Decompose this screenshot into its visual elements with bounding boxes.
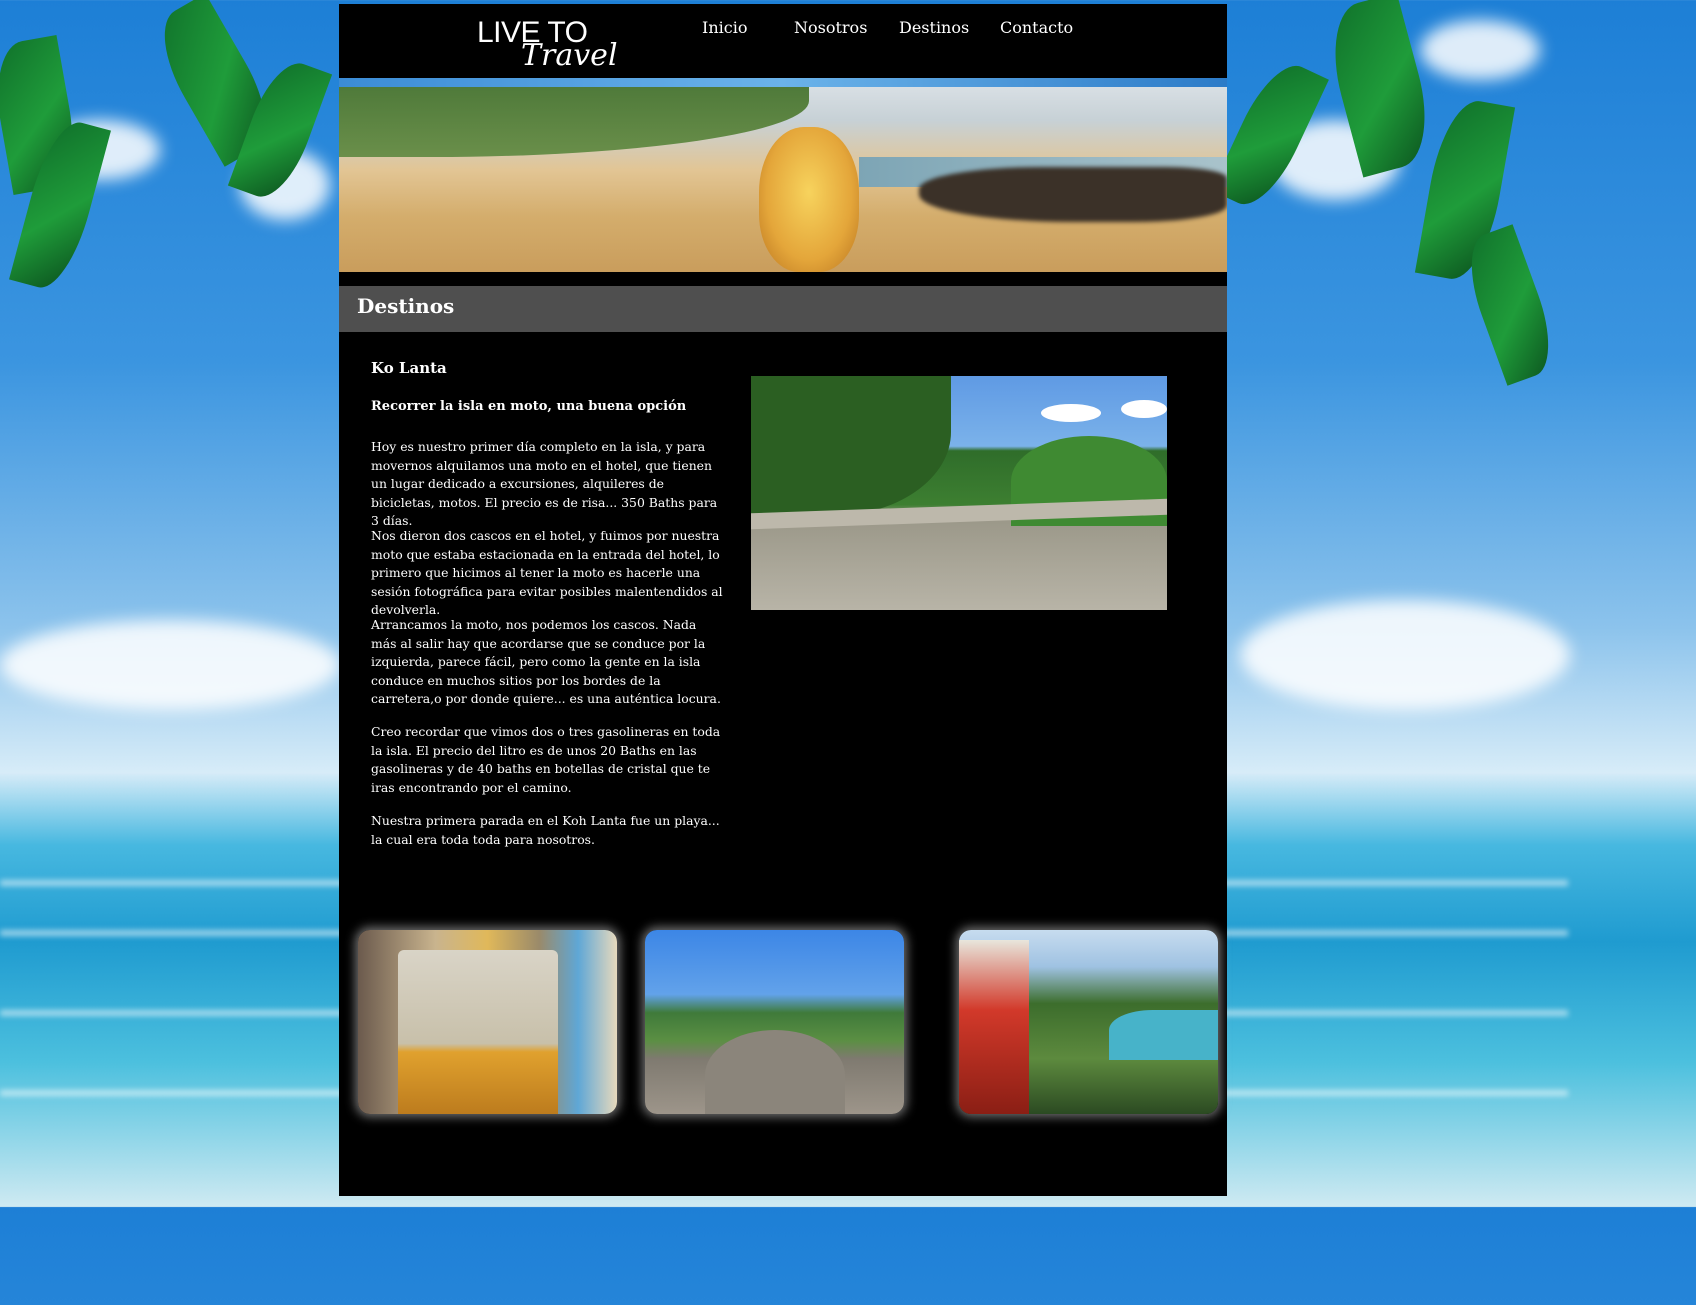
- page-title: Destinos: [357, 294, 455, 318]
- hero-image: [339, 87, 1227, 272]
- logo[interactable]: LIVE TO Travel: [477, 14, 627, 73]
- page-title-bar: Destinos: [339, 286, 1227, 332]
- nav-item-nosotros[interactable]: Nosotros: [794, 18, 867, 37]
- gallery-photo-bay[interactable]: [959, 930, 1218, 1114]
- site-container: LIVE TO Travel Inicio Nosotros Destinos …: [339, 4, 1227, 1196]
- logo-line-2: Travel: [521, 38, 618, 73]
- article-paragraph: Nuestra primera parada en el Koh Lanta f…: [371, 813, 720, 847]
- header-divider: [339, 78, 1227, 87]
- nav-item-contacto[interactable]: Contacto: [1000, 18, 1073, 37]
- header: LIVE TO Travel Inicio Nosotros Destinos …: [339, 4, 1227, 78]
- article-paragraph: Hoy es nuestro primer día completo en la…: [371, 439, 718, 529]
- article-subheading: Recorrer la isla en moto, una buena opci…: [371, 399, 687, 414]
- bridge-photo: [751, 376, 1167, 610]
- article-paragraph: Arrancamos la moto, nos podemos los casc…: [371, 617, 721, 707]
- gallery-photo-boat[interactable]: [645, 930, 904, 1114]
- article-heading: Ko Lanta: [371, 359, 447, 377]
- article-paragraph: Creo recordar que vimos dos o tres gasol…: [371, 724, 721, 795]
- nav-item-destinos[interactable]: Destinos: [899, 18, 969, 37]
- nav-item-inicio[interactable]: Inicio: [702, 18, 747, 37]
- gallery-photo-beer[interactable]: [358, 930, 617, 1114]
- article-paragraph: Nos dieron dos cascos en el hotel, y fui…: [371, 528, 723, 618]
